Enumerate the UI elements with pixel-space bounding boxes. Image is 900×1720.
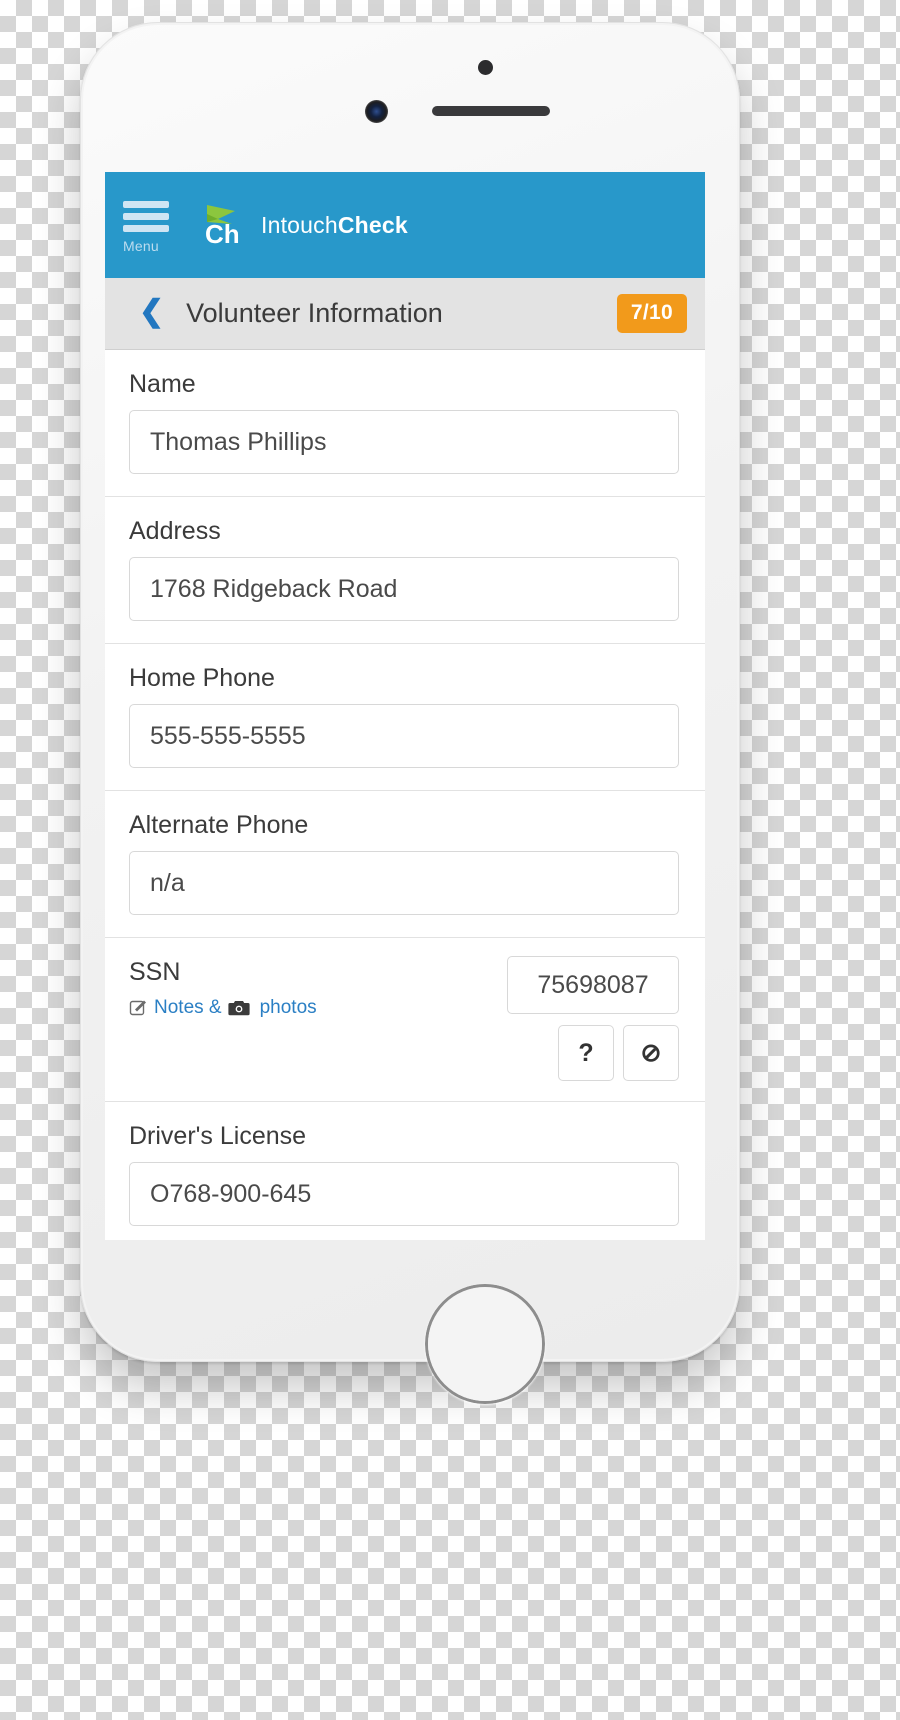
field-row-ssn: SSN Notes & photos 75698087 ? ⊘ bbox=[105, 938, 705, 1102]
brand[interactable]: Ch IntouchCheck bbox=[199, 202, 408, 248]
proximity-sensor-icon bbox=[478, 60, 493, 75]
brand-name-bold: Check bbox=[337, 211, 408, 238]
page-title: Volunteer Information bbox=[186, 298, 443, 328]
home-phone-input[interactable]: 555-555-5555 bbox=[129, 704, 679, 768]
notes-and-photos-link[interactable]: Notes & photos bbox=[129, 997, 317, 1019]
notes-label: Notes & bbox=[154, 997, 222, 1018]
camera-icon bbox=[227, 999, 250, 1017]
field-label: Driver's License bbox=[129, 1122, 307, 1150]
svg-text:Ch: Ch bbox=[205, 219, 240, 248]
field-label: SSN bbox=[129, 958, 181, 986]
menu-button[interactable]: Menu bbox=[123, 197, 175, 254]
ssn-input[interactable]: 75698087 bbox=[507, 956, 679, 1014]
chevron-left-icon[interactable]: ❮ bbox=[139, 297, 164, 327]
home-button[interactable] bbox=[425, 1284, 545, 1404]
earpiece-speaker-icon bbox=[432, 106, 550, 116]
menu-label: Menu bbox=[123, 237, 159, 254]
field-row-drivers-license: Driver's License O768-900-645 bbox=[105, 1102, 705, 1240]
note-edit-icon bbox=[129, 998, 149, 1018]
form-list: Name Thomas Phillips Address 1768 Ridgeb… bbox=[105, 350, 705, 1240]
phone-screen: Menu Ch IntouchCheck ❮ Volunteer Informa… bbox=[105, 172, 705, 1240]
field-row-alternate-phone: Alternate Phone n/a bbox=[105, 791, 705, 938]
hamburger-icon bbox=[123, 200, 169, 237]
field-label: Name bbox=[129, 370, 196, 398]
brand-name-light: Intouch bbox=[261, 211, 338, 238]
phone-device-frame: Menu Ch IntouchCheck ❮ Volunteer Informa… bbox=[80, 22, 740, 1404]
field-row-home-phone: Home Phone 555-555-5555 bbox=[105, 644, 705, 791]
field-label: Address bbox=[129, 517, 221, 545]
address-input[interactable]: 1768 Ridgeback Road bbox=[129, 557, 679, 621]
ssn-action-buttons: ? ⊘ bbox=[558, 1025, 679, 1081]
intouchcheck-logo-icon: Ch bbox=[199, 202, 249, 248]
field-row-address: Address 1768 Ridgeback Road bbox=[105, 497, 705, 644]
ssn-right-column: 75698087 ? ⊘ bbox=[507, 956, 679, 1081]
photos-label: photos bbox=[259, 997, 317, 1018]
app-header: Menu Ch IntouchCheck bbox=[105, 172, 705, 278]
field-label: Home Phone bbox=[129, 664, 275, 692]
alternate-phone-input[interactable]: n/a bbox=[129, 851, 679, 915]
not-applicable-button[interactable]: ⊘ bbox=[623, 1025, 679, 1081]
section-title-bar: ❮ Volunteer Information 7/10 bbox=[105, 278, 705, 350]
field-row-name: Name Thomas Phillips bbox=[105, 350, 705, 497]
name-input[interactable]: Thomas Phillips bbox=[129, 410, 679, 474]
drivers-license-input[interactable]: O768-900-645 bbox=[129, 1162, 679, 1226]
brand-name: IntouchCheck bbox=[261, 212, 408, 239]
ssn-left-column: SSN Notes & photos bbox=[129, 956, 317, 1081]
help-button[interactable]: ? bbox=[558, 1025, 614, 1081]
progress-badge: 7/10 bbox=[616, 294, 687, 333]
front-camera-icon bbox=[365, 100, 388, 123]
field-label: Alternate Phone bbox=[129, 811, 309, 839]
